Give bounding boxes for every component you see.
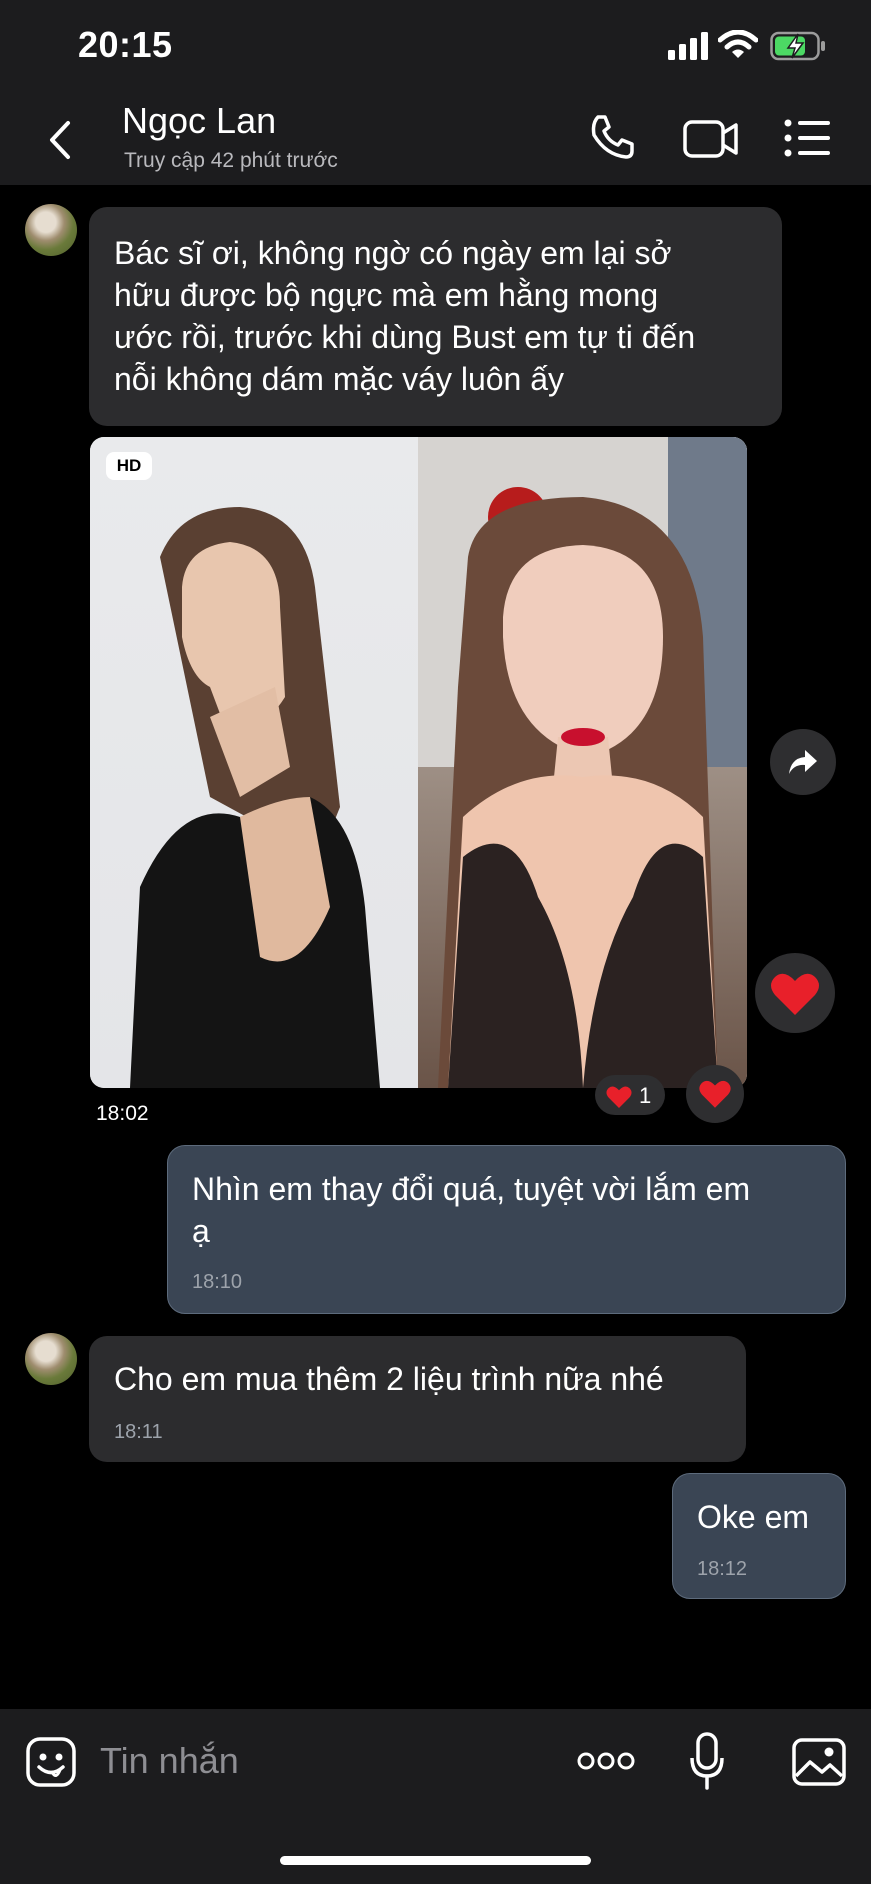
photo-before-panel — [90, 437, 418, 1088]
heart-icon — [771, 973, 819, 1015]
wifi-icon — [718, 30, 758, 58]
back-icon[interactable] — [40, 115, 80, 165]
message-bubble-outgoing[interactable]: Nhìn em thay đổi quá, tuyệt vời lắm em ạ… — [167, 1145, 846, 1314]
message-line: ước rồi, trước khi dùng Bust em tự ti đế… — [114, 319, 696, 355]
microphone-icon[interactable] — [689, 1732, 725, 1790]
more-options-icon[interactable] — [577, 1750, 635, 1772]
message-time: 18:02 — [96, 1102, 149, 1125]
message-text: Cho em mua thêm 2 liệu trình nữa nhé — [114, 1361, 664, 1397]
heart-icon — [606, 1086, 632, 1108]
contact-name[interactable]: Ngọc Lan — [122, 100, 276, 142]
message-text: Oke em — [697, 1499, 810, 1535]
photo-before-illustration — [130, 507, 380, 1088]
hd-badge: HD — [106, 452, 152, 480]
message-line: hữu được bộ ngực mà em hằng mong — [114, 277, 659, 313]
message-time: 18:11 — [114, 1421, 163, 1443]
video-call-icon[interactable] — [682, 117, 740, 161]
cellular-signal-icon — [668, 32, 708, 60]
message-bubble-outgoing[interactable]: Oke em 18:12 — [672, 1473, 846, 1599]
status-time: 20:15 — [78, 24, 173, 65]
message-time: 18:10 — [192, 1271, 243, 1293]
message-bubble-incoming[interactable]: Bác sĩ ơi, không ngờ có ngày em lại sở h… — [89, 207, 782, 426]
message-line: Bác sĩ ơi, không ngờ có ngày em lại sở — [114, 235, 672, 271]
message-input[interactable]: Tin nhắn — [100, 1740, 239, 1782]
shared-photo[interactable] — [90, 437, 747, 1088]
home-indicator — [280, 1856, 591, 1865]
share-button[interactable] — [770, 729, 836, 795]
message-text: Bác sĩ ơi, không ngờ có ngày em lại sở h… — [114, 232, 774, 400]
message-line: Nhìn em thay đổi quá, tuyệt vời lắm em — [192, 1171, 751, 1207]
message-text: Nhìn em thay đổi quá, tuyệt vời lắm em ạ — [192, 1168, 832, 1252]
react-heart-button[interactable] — [755, 953, 835, 1033]
photo-after-illustration — [418, 437, 747, 1088]
reaction-heart-button[interactable] — [686, 1065, 744, 1123]
contact-avatar[interactable] — [25, 204, 77, 256]
photo-after-panel — [418, 437, 747, 1088]
phone-call-icon[interactable] — [588, 113, 636, 161]
battery-charging-icon — [770, 31, 825, 61]
menu-list-icon[interactable] — [784, 118, 832, 158]
emoji-sticker-icon[interactable] — [25, 1736, 77, 1788]
reaction-count: 1 — [639, 1083, 652, 1108]
reaction-summary[interactable]: 1 — [595, 1075, 665, 1115]
message-bubble-incoming[interactable]: Cho em mua thêm 2 liệu trình nữa nhé 18:… — [89, 1336, 746, 1462]
contact-last-seen: Truy cập 42 phút trước — [124, 149, 338, 172]
heart-icon — [699, 1080, 731, 1108]
message-time: 18:12 — [697, 1558, 748, 1580]
share-arrow-icon — [789, 750, 817, 774]
message-line: ạ — [192, 1213, 210, 1249]
message-line: nỗi không dám mặc váy luôn ấy — [114, 361, 565, 397]
gallery-image-icon[interactable] — [792, 1738, 846, 1786]
contact-avatar[interactable] — [25, 1333, 77, 1385]
